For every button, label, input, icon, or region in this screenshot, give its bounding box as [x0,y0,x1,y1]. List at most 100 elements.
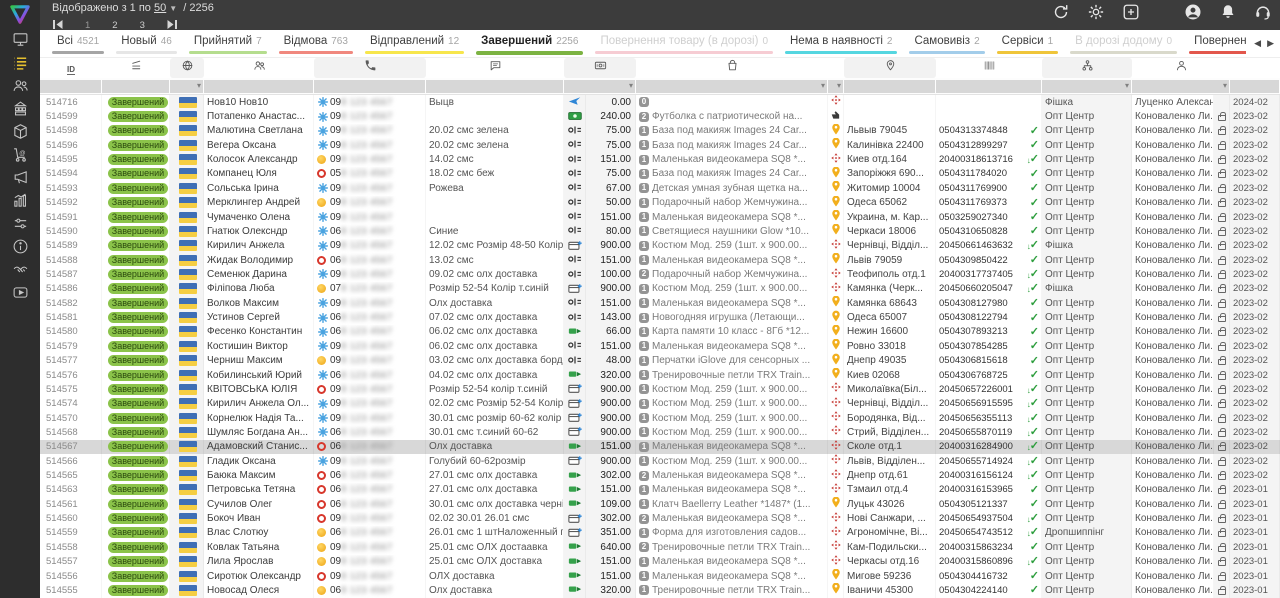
column-header-tracking[interactable] [936,58,1042,78]
order-row[interactable]: 514580ЗавершенийФесенко Константин068 12… [40,325,1280,339]
order-row[interactable]: 514556ЗавершенийСиротюк Олександр098 123… [40,569,1280,583]
column-header-payment[interactable] [564,58,636,78]
filter-comment[interactable] [426,80,563,93]
profile-icon[interactable] [1184,3,1202,21]
order-row[interactable]: 514598ЗавершенийМалютина Светлана098 123… [40,124,1280,138]
order-row[interactable]: 514568ЗавершенийШумляс Богдана Ан...068 … [40,425,1280,439]
filter-product[interactable]: ▾ [636,80,827,93]
order-row[interactable]: 514716ЗавершенийНов10 Нов10098 123 4567В… [40,95,1280,109]
page-size-select[interactable]: 50 [154,2,166,14]
filter-phone[interactable] [314,80,425,93]
order-row[interactable]: 514588ЗавершенийЖидак Володимир068 123 4… [40,253,1280,267]
filter-delivery[interactable]: ▾ [828,80,843,93]
tab-3[interactable]: Відмова763 [273,30,359,58]
order-row[interactable]: 514589ЗавершенийКирилич Анжела098 123 45… [40,239,1280,253]
filter-tracking[interactable] [936,80,1041,93]
order-row[interactable]: 514567ЗавершенийАдамовский Станис...068 … [40,440,1280,454]
filter-manager[interactable]: ▾ [1132,80,1229,93]
column-header-manager[interactable] [1132,58,1230,78]
tab-1[interactable]: Новый46 [110,30,183,58]
sidebar-item-marketing[interactable] [0,168,40,191]
order-row[interactable]: 514593ЗавершенийСольська Ірина098 123 45… [40,181,1280,195]
filter-city[interactable] [844,80,935,93]
tab-10[interactable]: В дорозі додому0 [1064,30,1183,58]
order-row[interactable]: 514586ЗавершенийФіліпова Люба078 123 456… [40,282,1280,296]
order-row[interactable]: 514570ЗавершенийКорнелюк Надія Та...098 … [40,411,1280,425]
order-row[interactable]: 514582ЗавершенийВолков Максим098 123 456… [40,296,1280,310]
order-row[interactable]: 514599ЗавершенийПотапенко Анастас...098 … [40,109,1280,123]
sidebar-item-statistics[interactable] [0,191,40,214]
filter-type[interactable]: ▾ [1042,80,1131,93]
order-row[interactable]: 514577ЗавершенийЧерниш Максим098 123 456… [40,353,1280,367]
order-row[interactable]: 514559ЗавершенийВлас Слотюу068 123 45672… [40,526,1280,540]
order-row[interactable]: 514594ЗавершенийКомпанец Юля058 123 4567… [40,167,1280,181]
column-header-delivery[interactable] [828,58,844,78]
column-header-type[interactable] [1042,58,1132,78]
column-header-customer[interactable] [204,58,314,78]
tab-2[interactable]: Прийнятий7 [183,30,273,58]
column-header-city[interactable] [844,58,936,78]
order-row[interactable]: 514565ЗавершенийБаюка Максим068 123 4567… [40,468,1280,482]
filter-country[interactable]: ▾ [170,80,203,93]
tabs-scroll-right-icon[interactable]: ▶ [1267,38,1274,49]
filter-payment[interactable]: ▾ [564,80,635,93]
filter-date[interactable] [1230,80,1279,93]
sidebar-item-company[interactable] [0,99,40,122]
order-row[interactable]: 514575ЗавершенийКВІТОВСЬКА ЮЛІЯ098 123 4… [40,382,1280,396]
tab-8[interactable]: Самовивіз2 [903,30,990,58]
tab-9[interactable]: Сервіси1 [991,30,1065,58]
filter-status[interactable] [102,80,169,93]
column-header-status[interactable] [102,58,170,78]
sidebar-item-customers[interactable] [0,76,40,99]
column-header-product[interactable] [636,58,828,78]
order-row[interactable]: 514561ЗавершенийСучилов Олег068 123 4567… [40,497,1280,511]
order-row[interactable]: 514592ЗавершенийМерклингер Андрей098 123… [40,196,1280,210]
add-icon[interactable] [1122,3,1140,21]
column-header-comment[interactable] [426,58,564,78]
order-row[interactable]: 514591ЗавершенийЧумаченко Олена098 123 4… [40,210,1280,224]
tabs-scroll-left-icon[interactable]: ◀ [1254,38,1261,49]
tab-5[interactable]: Завершений2256 [470,30,589,58]
order-row[interactable]: 514566ЗавершенийГладик Оксана098 123 456… [40,454,1280,468]
order-row[interactable]: 514574ЗавершенийКирилич Анжела Ол...098 … [40,397,1280,411]
column-header-phone[interactable] [314,58,426,78]
sidebar-item-dashboard[interactable] [0,30,40,53]
sidebar-item-settings[interactable] [0,214,40,237]
order-row[interactable]: 514558ЗавершенийКовлак Татьяна098 123 45… [40,540,1280,554]
sidebar-item-info[interactable] [0,237,40,260]
order-row[interactable]: 514557ЗавершенийЛила Ярослав098 123 4567… [40,555,1280,569]
order-row[interactable]: 514581ЗавершенийУстинов Сергей068 123 45… [40,310,1280,324]
filter-id[interactable] [40,80,101,93]
filter-customer[interactable] [204,80,313,93]
refresh-icon[interactable] [1052,3,1070,21]
sidebar-item-products[interactable] [0,122,40,145]
order-row[interactable]: 514576ЗавершенийКобилинський Юрий068 123… [40,368,1280,382]
order-row[interactable]: 514555ЗавершенийНовосад Олеся068 123 456… [40,583,1280,597]
settings-icon[interactable] [1087,3,1105,21]
tab-4[interactable]: Відправлений12 [359,30,470,58]
tab-6[interactable]: Повернення товару (в дорозі)0 [589,30,779,58]
sidebar-item-purchases[interactable]: @ [0,145,40,168]
tab-7[interactable]: Нема в наявності2 [779,30,903,58]
sidebar-item-video[interactable] [0,283,40,306]
app-logo-icon[interactable] [0,0,40,30]
support-icon[interactable] [1254,3,1272,21]
page-1[interactable]: 1 [85,20,90,31]
notifications-icon[interactable] [1219,3,1237,21]
order-row[interactable]: 514563ЗавершенийПетровська Тетяна068 123… [40,483,1280,497]
column-header-date[interactable] [1230,58,1280,78]
order-row[interactable]: 514596ЗавершенийВегера Оксана098 123 456… [40,138,1280,152]
order-row[interactable]: 514587ЗавершенийСеменюк Дарина098 123 45… [40,267,1280,281]
column-header-id[interactable]: ID [40,58,102,78]
quantity-badge: 1 [639,528,649,538]
sidebar-item-orders[interactable] [0,53,40,76]
tab-0[interactable]: Всі4521 [46,30,110,58]
order-row[interactable]: 514579ЗавершенийКостишин Виктор098 123 4… [40,339,1280,353]
order-row[interactable]: 514560ЗавершенийБокоч Иван098 123 456702… [40,511,1280,525]
page-2[interactable]: 2 [112,20,117,31]
order-row[interactable]: 514590ЗавершенийГнатюк Олексндр068 123 4… [40,224,1280,238]
order-row[interactable]: 514595ЗавершенийКолосок Александр098 123… [40,152,1280,166]
page-3[interactable]: 3 [140,20,145,31]
column-header-country[interactable] [170,58,204,78]
sidebar-item-partners[interactable] [0,260,40,283]
